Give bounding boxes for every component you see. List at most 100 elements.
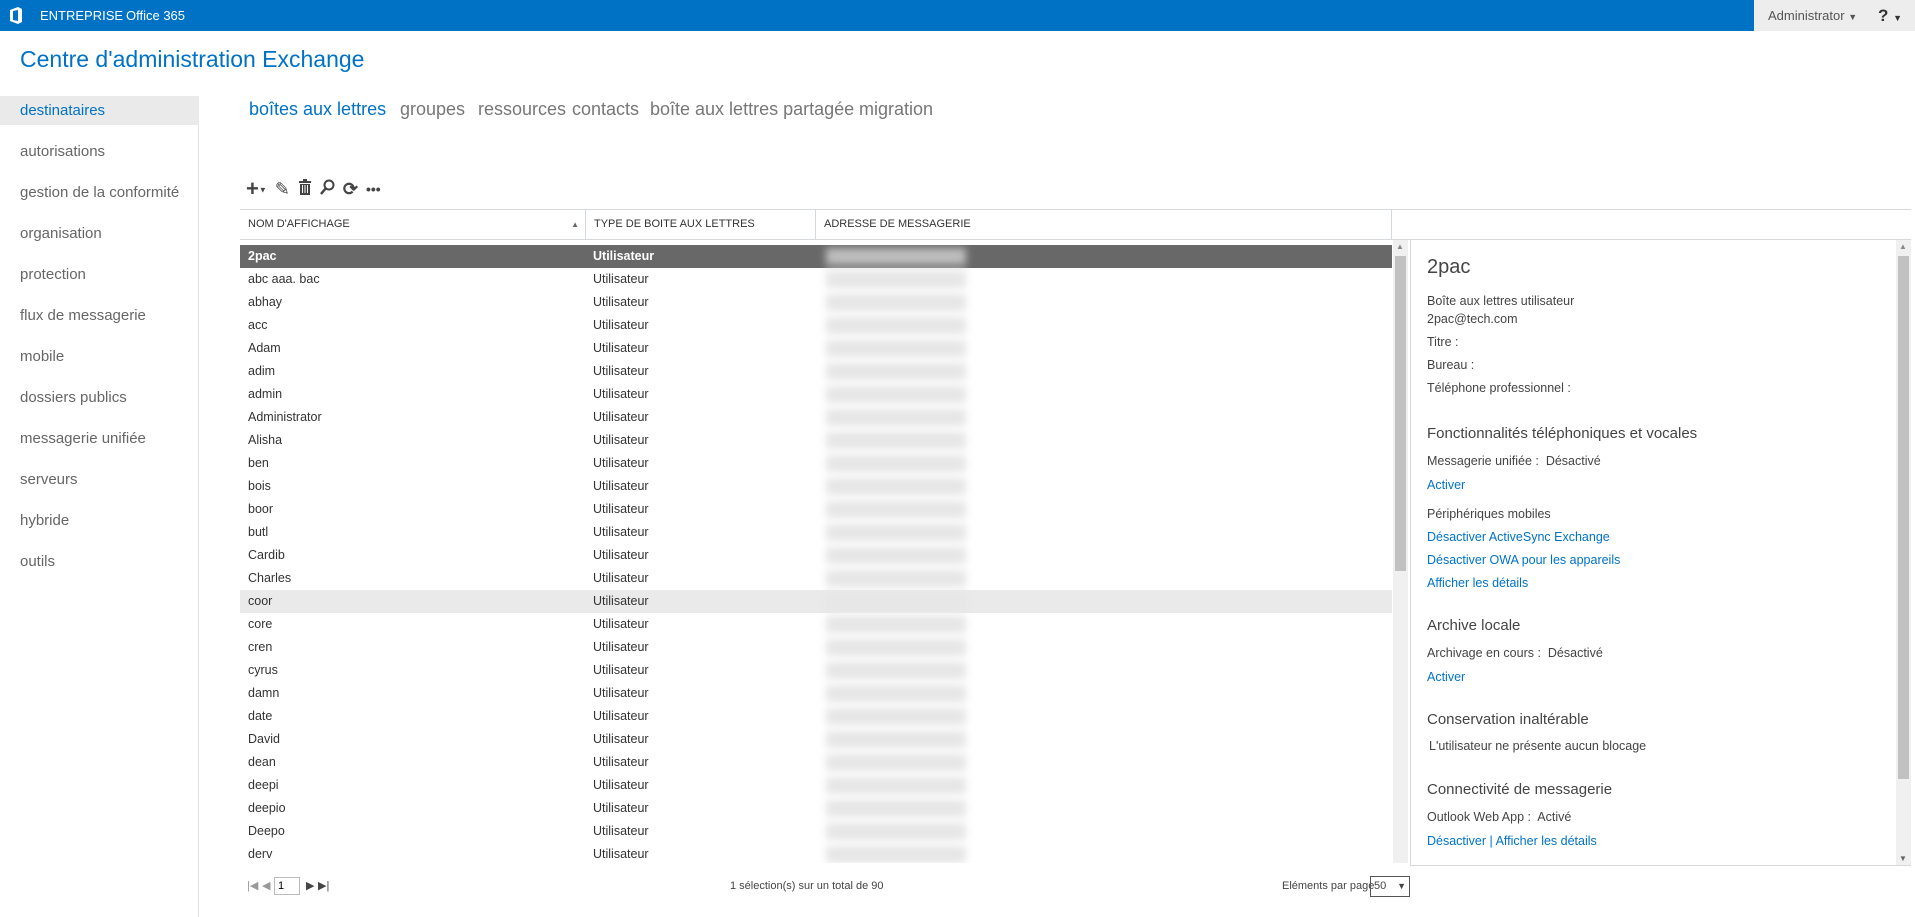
um-activate-link[interactable]: Activer [1427,478,1465,492]
search-icon[interactable] [319,179,335,200]
sidebar-item-destinataires[interactable]: destinataires [0,96,199,125]
cell-email-redacted [826,386,966,403]
table-row[interactable]: deepio Utilisateur [240,797,1392,820]
disable-activesync-link[interactable]: Désactiver ActiveSync Exchange [1427,530,1610,544]
cell-type: Utilisateur [593,249,655,263]
add-icon[interactable]: +▼ [246,176,267,202]
chevron-down-icon: ▼ [1848,12,1858,22]
table-row[interactable]: Administrator Utilisateur [240,406,1392,429]
table-row[interactable]: butl Utilisateur [240,521,1392,544]
sort-ascending-icon: ▲ [571,220,579,229]
brand-entreprise[interactable]: ENTREPRISE [40,0,123,31]
table-row[interactable]: acc Utilisateur [240,314,1392,337]
table-row[interactable]: Deepo Utilisateur [240,820,1392,843]
table-row[interactable]: 2pac Utilisateur [240,245,1392,268]
sidebar-item-conformite[interactable]: gestion de la conformité [0,178,199,207]
table-row[interactable]: derv Utilisateur [240,843,1392,863]
table-row[interactable]: Charles Utilisateur [240,567,1392,590]
um-status: Messagerie unifiée : Désactivé [1427,454,1601,468]
cell-name: 2pac [248,249,277,263]
table-row[interactable]: admin Utilisateur [240,383,1392,406]
cell-type: Utilisateur [593,272,649,286]
more-icon[interactable]: ••• [366,181,381,197]
sidebar-item-serveurs[interactable]: serveurs [0,465,199,494]
table-row[interactable]: bois Utilisateur [240,475,1392,498]
office-logo-icon[interactable] [9,7,23,24]
column-header-adresse[interactable]: ADRESSE DE MESSAGERIE [816,210,1392,239]
cell-name: damn [248,686,280,700]
table-row[interactable]: dean Utilisateur [240,751,1392,774]
details-scrollbar[interactable]: ▲ ▼ [1896,240,1911,865]
refresh-icon[interactable]: ⟳ [343,179,358,200]
mobile-details-link[interactable]: Afficher les détails [1427,576,1528,590]
cell-email-redacted [826,616,966,633]
per-page-select[interactable]: 50 ▼ [1370,876,1410,897]
sidebar-item-messagerie-unifiee[interactable]: messagerie unifiée [0,424,199,453]
table-row[interactable]: coor Utilisateur [240,590,1392,613]
cell-email-redacted [826,662,966,679]
table-row[interactable]: date Utilisateur [240,705,1392,728]
separator: | [1489,834,1493,848]
edit-icon[interactable]: ✎ [275,179,290,200]
cell-email-redacted [826,455,966,472]
sidebar-item-autorisations[interactable]: autorisations [0,137,199,166]
scroll-up-icon[interactable]: ▲ [1396,242,1404,251]
first-page-icon[interactable]: |◀ [247,879,258,892]
next-page-icon[interactable]: ▶ [306,879,314,892]
cell-type: Utilisateur [593,364,649,378]
archive-activate-link[interactable]: Activer [1427,670,1465,684]
table-row[interactable]: cyrus Utilisateur [240,659,1392,682]
scroll-thumb[interactable] [1395,256,1406,571]
table-row[interactable]: Alisha Utilisateur [240,429,1392,452]
sidebar-item-dossiers-publics[interactable]: dossiers publics [0,383,199,412]
last-page-icon[interactable]: ▶| [318,879,329,892]
column-header-type[interactable]: TYPE DE BOITE AUX LETTRES [586,210,816,239]
sidebar-item-organisation[interactable]: organisation [0,219,199,248]
sidebar-item-hybride[interactable]: hybride [0,506,199,535]
table-row[interactable]: cren Utilisateur [240,636,1392,659]
detail-titre: Titre : [1427,335,1459,349]
help-menu[interactable]: ? ▼ [1878,0,1902,34]
table-row[interactable]: deepi Utilisateur [240,774,1392,797]
tab-groupes[interactable]: groupes [400,99,465,120]
scroll-up-icon[interactable]: ▲ [1899,242,1907,251]
table-row[interactable]: boor Utilisateur [240,498,1392,521]
tab-contacts[interactable]: contacts [572,99,639,120]
table-row[interactable]: damn Utilisateur [240,682,1392,705]
table-row[interactable]: ben Utilisateur [240,452,1392,475]
tab-ressources[interactable]: ressources [478,99,566,120]
tab-boites-aux-lettres[interactable]: boîtes aux lettres [249,99,386,120]
cell-name: admin [248,387,283,401]
sidebar-item-outils[interactable]: outils [0,547,199,576]
column-header-nom[interactable]: NOM D'AFFICHAGE ▲ [240,210,586,239]
table-row[interactable]: Adam Utilisateur [240,337,1392,360]
sidebar-item-flux[interactable]: flux de messagerie [0,301,199,330]
table-row[interactable]: core Utilisateur [240,613,1392,636]
table-row[interactable]: adim Utilisateur [240,360,1392,383]
delete-icon[interactable] [298,178,312,200]
disable-owa-devices-link[interactable]: Désactiver OWA pour les appareils [1427,553,1620,567]
page-number-input[interactable] [274,877,300,895]
user-menu[interactable]: Administrator ▼ [1768,0,1857,33]
previous-page-icon[interactable]: ◀ [262,879,270,892]
sidebar-item-mobile[interactable]: mobile [0,342,199,371]
per-page-value: 50 [1374,880,1387,892]
sidebar-item-protection[interactable]: protection [0,260,199,289]
brand-office365[interactable]: Office 365 [126,0,185,31]
list-scrollbar[interactable]: ▲ [1393,240,1408,863]
table-row[interactable]: abc aaa. bac Utilisateur [240,268,1392,291]
tab-boite-partagee[interactable]: boîte aux lettres partagée [650,99,854,120]
cell-type: Utilisateur [593,410,649,424]
tab-migration[interactable]: migration [859,99,933,120]
table-row[interactable]: Cardib Utilisateur [240,544,1392,567]
cell-type: Utilisateur [593,433,649,447]
cell-email-redacted [826,524,966,541]
scroll-thumb[interactable] [1898,256,1909,779]
cell-name: Adam [248,341,281,355]
owa-disable-link[interactable]: Désactiver [1427,834,1486,848]
table-row[interactable]: abhay Utilisateur [240,291,1392,314]
table-row[interactable]: David Utilisateur [240,728,1392,751]
cell-email-redacted [826,340,966,357]
scroll-down-icon[interactable]: ▼ [1899,854,1907,863]
owa-details-link[interactable]: Afficher les détails [1496,834,1597,848]
